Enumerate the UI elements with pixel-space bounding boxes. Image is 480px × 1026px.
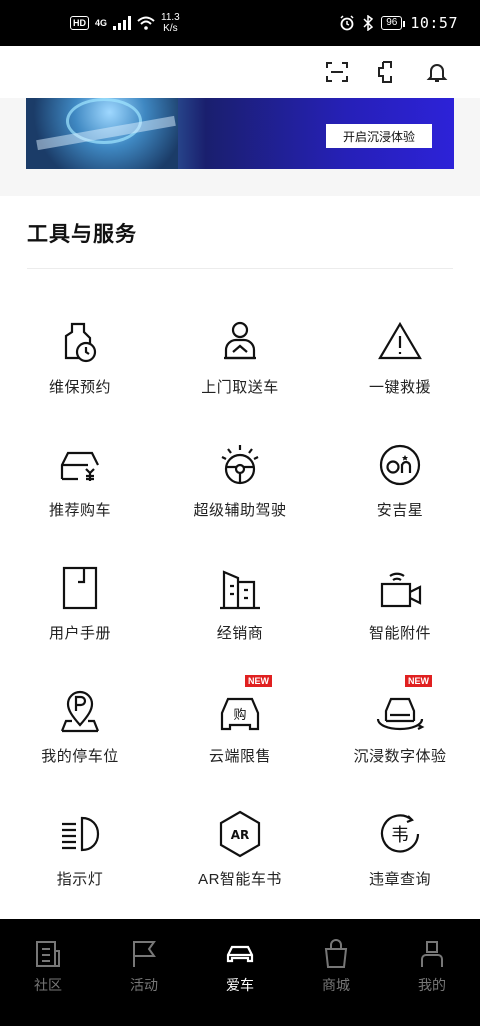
service-label: 维保预约 xyxy=(48,379,111,396)
nav-community[interactable]: 社区 xyxy=(0,939,96,1026)
service-label: 推荐购车 xyxy=(48,502,111,519)
service-recommend-car[interactable]: 推荐购车 xyxy=(0,423,160,546)
section-divider xyxy=(27,268,453,269)
service-manual[interactable]: 用户手册 xyxy=(0,546,160,669)
steering-wheel-icon xyxy=(214,439,266,491)
nav-label: 商城 xyxy=(322,977,350,993)
service-label: 用户手册 xyxy=(48,625,111,642)
violation-query-icon: 韦 xyxy=(374,808,426,860)
nav-mall[interactable]: 商城 xyxy=(288,939,384,1026)
wifi-icon xyxy=(137,16,155,30)
bell-icon[interactable] xyxy=(424,59,450,85)
ar-book-icon: AR xyxy=(214,808,266,860)
service-label: 沉浸数字体验 xyxy=(353,748,447,765)
indicator-light-icon xyxy=(54,808,106,860)
service-label: 经销商 xyxy=(216,625,264,642)
car-icon xyxy=(226,945,254,963)
immersive-cta-button[interactable]: 开启沉浸体验 xyxy=(326,124,432,148)
nav-label: 活动 xyxy=(130,977,158,993)
onstar-icon xyxy=(374,439,426,491)
phone-icon[interactable] xyxy=(374,59,400,85)
cloud-sale-icon: 购 NEW xyxy=(214,675,272,737)
banner-image xyxy=(26,98,178,169)
service-label: 超级辅助驾驶 xyxy=(193,502,287,519)
service-smart-accessory[interactable]: 智能附件 xyxy=(320,546,480,669)
nav-label: 社区 xyxy=(34,977,62,993)
service-label: 违章查询 xyxy=(368,871,431,888)
service-label: 安吉星 xyxy=(376,502,424,519)
bluetooth-icon xyxy=(363,15,374,31)
svg-text:韦: 韦 xyxy=(391,825,409,846)
service-cloud-sale[interactable]: 购 NEW 云端限售 xyxy=(160,669,320,792)
hd-badge: HD xyxy=(70,16,89,30)
parking-icon xyxy=(54,685,106,737)
service-dealer[interactable]: 经销商 xyxy=(160,546,320,669)
service-onstar[interactable]: 安吉星 xyxy=(320,423,480,546)
service-label: 云端限售 xyxy=(208,748,271,765)
scan-icon[interactable] xyxy=(324,59,350,85)
service-rescue[interactable]: 一键救援 xyxy=(320,300,480,423)
battery-level: 96 xyxy=(381,16,406,30)
service-violation-query[interactable]: 韦 违章查询 xyxy=(320,792,480,915)
service-parking[interactable]: 我的停车位 xyxy=(0,669,160,792)
nav-profile[interactable]: 我的 xyxy=(384,939,480,1026)
banner-section: 开启沉浸体验 xyxy=(0,98,480,196)
service-ar-book[interactable]: AR AR智能车书 xyxy=(160,792,320,915)
service-indicator-light[interactable]: 指示灯 xyxy=(0,792,160,915)
camera-accessory-icon xyxy=(374,562,426,614)
svg-text:AR: AR xyxy=(231,828,250,842)
new-badge: NEW xyxy=(405,675,432,687)
promo-banner[interactable]: 开启沉浸体验 xyxy=(26,98,454,169)
signal-icon xyxy=(113,16,132,30)
service-label: 一键救援 xyxy=(368,379,431,396)
status-right: 96 10:57 xyxy=(339,14,458,32)
service-maintenance[interactable]: 维保预约 xyxy=(0,300,160,423)
network-type: 4G xyxy=(95,18,108,28)
nav-activity[interactable]: 活动 xyxy=(96,939,192,1026)
service-label: 我的停车位 xyxy=(41,748,119,765)
top-header xyxy=(0,46,480,98)
pickup-delivery-icon xyxy=(214,316,266,368)
bottom-nav: 社区 活动 爱车 商城 我的 xyxy=(0,919,480,1026)
flag-icon xyxy=(133,941,156,967)
nav-label: 爱车 xyxy=(226,977,254,993)
dealer-building-icon xyxy=(214,562,266,614)
maintenance-icon xyxy=(54,316,106,368)
immersive-experience-icon: NEW xyxy=(374,675,432,737)
service-label: 指示灯 xyxy=(56,871,104,888)
new-badge: NEW xyxy=(245,675,272,687)
status-bar: HD 4G 11.3 K/s 96 10:57 xyxy=(0,0,480,46)
svg-text:购: 购 xyxy=(233,707,246,723)
speed-unit: K/s xyxy=(163,23,178,34)
clock: 10:57 xyxy=(410,14,458,32)
service-label: AR智能车书 xyxy=(198,871,282,888)
recommend-car-icon xyxy=(54,439,106,491)
shopping-bag-icon xyxy=(324,939,348,968)
network-speed: 11.3 K/s xyxy=(161,12,180,34)
speed-value: 11.3 xyxy=(161,12,180,23)
profile-icon xyxy=(421,941,443,967)
service-label: 上门取送车 xyxy=(201,379,279,396)
warning-triangle-icon xyxy=(374,316,426,368)
section-title: 工具与服务 xyxy=(27,223,137,246)
service-label: 智能附件 xyxy=(368,625,431,642)
manual-icon xyxy=(54,562,106,614)
service-immersive[interactable]: NEW 沉浸数字体验 xyxy=(320,669,480,792)
community-icon xyxy=(36,941,60,967)
nav-label: 我的 xyxy=(418,977,446,993)
status-left: HD 4G 11.3 K/s xyxy=(70,12,180,34)
alarm-icon xyxy=(340,15,354,31)
service-assisted-driving[interactable]: 超级辅助驾驶 xyxy=(160,423,320,546)
nav-my-car[interactable]: 爱车 xyxy=(192,939,288,1026)
service-pickup-delivery[interactable]: 上门取送车 xyxy=(160,300,320,423)
services-grid: 维保预约 上门取送车 一键救援 推荐购车 超级辅助驾驶 安吉星 用户手册 经销商… xyxy=(0,300,480,915)
